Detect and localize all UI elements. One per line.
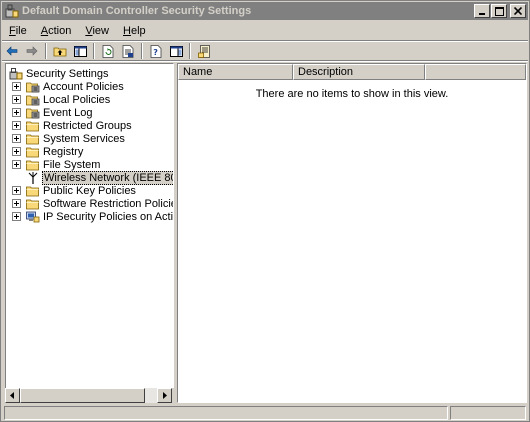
tree-item-system-services[interactable]: System Services	[12, 132, 126, 145]
folder-icon	[25, 132, 40, 145]
tree-item-label: Software Restriction Policies	[43, 197, 174, 210]
expand-toggle[interactable]	[12, 186, 21, 195]
forward-arrow-icon	[26, 46, 38, 56]
back-arrow-icon	[6, 46, 18, 56]
tree-root-security-settings[interactable]: Security Settings	[8, 67, 110, 80]
tree-item-event-log[interactable]: Event Log	[12, 106, 94, 119]
show-hide-tree-icon	[73, 45, 87, 57]
tree-item-label: File System	[43, 158, 101, 171]
tree-item-label: Registry	[43, 145, 84, 158]
window-title: Default Domain Controller Security Setti…	[22, 5, 252, 17]
ip-security-icon	[25, 210, 40, 223]
folder-icon	[25, 158, 40, 171]
tree-item-restricted-groups[interactable]: Restricted Groups	[12, 119, 133, 132]
up-one-level-button[interactable]	[50, 42, 70, 60]
policy-document-button[interactable]	[194, 42, 214, 60]
tree-horizontal-scrollbar[interactable]	[5, 388, 174, 403]
column-header-filler	[425, 64, 526, 80]
tree-item-label: Event Log	[43, 106, 93, 119]
empty-view-message: There are no items to show in this view.	[255, 88, 449, 100]
menu-help[interactable]: Help	[116, 25, 153, 37]
tree-pane[interactable]: Security Settings Account Policies Local…	[5, 63, 174, 403]
tree-item-label: System Services	[43, 132, 125, 145]
triangle-left-icon	[10, 390, 15, 402]
scroll-thumb[interactable]	[20, 388, 145, 403]
menu-bar: File Action View Help	[2, 22, 528, 40]
minimize-button[interactable]	[474, 4, 490, 18]
expand-toggle[interactable]	[12, 82, 21, 91]
export-list-button[interactable]	[118, 42, 138, 60]
tree-item-label: Public Key Policies	[43, 184, 136, 197]
status-bar	[2, 405, 528, 421]
toolbar: ?	[2, 42, 528, 60]
tree-item-label: Security Settings	[26, 67, 109, 80]
folder-icon	[25, 145, 40, 158]
toolbar-separator	[93, 43, 95, 59]
tree-item-registry[interactable]: Registry	[12, 145, 84, 158]
properties-pane-icon	[169, 45, 183, 57]
tree-item-file-system[interactable]: File System	[12, 158, 101, 171]
folder-icon	[25, 184, 40, 197]
status-panel-secondary	[450, 406, 526, 420]
forward-button[interactable]	[22, 42, 42, 60]
expand-toggle[interactable]	[12, 134, 21, 143]
tree-item-label: Account Policies	[43, 80, 124, 93]
tree-item-software-restriction-policies[interactable]: Software Restriction Policies	[12, 197, 174, 210]
tree-item-label: Wireless Network (IEEE 802.11) P	[42, 170, 173, 185]
app-window: Default Domain Controller Security Setti…	[0, 0, 530, 422]
help-button[interactable]: ?	[146, 42, 166, 60]
toolbar-separator	[141, 43, 143, 59]
tree-item-ip-security-policies[interactable]: IP Security Policies on Active Dire	[12, 210, 174, 223]
column-header-name[interactable]: Name	[178, 64, 293, 80]
scroll-right-button[interactable]	[157, 388, 172, 403]
status-panel-main	[4, 406, 448, 420]
expand-toggle[interactable]	[12, 108, 21, 117]
security-settings-icon	[5, 4, 19, 18]
expand-toggle[interactable]	[12, 212, 21, 221]
maximize-button[interactable]	[491, 4, 507, 18]
expand-toggle[interactable]	[12, 95, 21, 104]
triangle-right-icon	[162, 390, 167, 402]
menu-view[interactable]: View	[78, 25, 116, 37]
policy-folder-icon	[25, 80, 40, 93]
security-settings-icon	[8, 67, 23, 80]
expand-toggle[interactable]	[12, 147, 21, 156]
tree-item-wireless-network[interactable]: Wireless Network (IEEE 802.11) P	[25, 170, 173, 185]
expand-toggle[interactable]	[12, 160, 21, 169]
show-hide-tree-button[interactable]	[70, 42, 90, 60]
antenna-icon	[25, 171, 40, 184]
close-button[interactable]	[510, 4, 526, 18]
tree-item-label: Local Policies	[43, 93, 111, 106]
policy-folder-icon	[25, 93, 40, 106]
folder-icon	[25, 197, 40, 210]
help-icon: ?	[150, 44, 163, 58]
toolbar-separator	[45, 43, 47, 59]
menu-action[interactable]: Action	[34, 25, 79, 37]
svg-text:?: ?	[153, 48, 158, 57]
tree-item-label: IP Security Policies on Active Dire	[43, 210, 174, 223]
properties-pane-button[interactable]	[166, 42, 186, 60]
refresh-button[interactable]	[98, 42, 118, 60]
back-button[interactable]	[2, 42, 22, 60]
up-one-level-icon	[53, 45, 67, 57]
policy-document-icon	[197, 44, 211, 58]
tree-item-public-key-policies[interactable]: Public Key Policies	[12, 184, 137, 197]
tree-item-local-policies[interactable]: Local Policies	[12, 93, 111, 106]
expand-toggle[interactable]	[12, 199, 21, 208]
menu-file[interactable]: File	[2, 25, 34, 37]
toolbar-divider	[2, 60, 528, 62]
tree-item-account-policies[interactable]: Account Policies	[12, 80, 125, 93]
folder-icon	[25, 119, 40, 132]
title-bar[interactable]: Default Domain Controller Security Setti…	[2, 2, 528, 20]
tree-item-label: Restricted Groups	[43, 119, 132, 132]
column-header-description[interactable]: Description	[293, 64, 425, 80]
toolbar-separator	[189, 43, 191, 59]
expand-toggle[interactable]	[12, 121, 21, 130]
policy-folder-icon	[25, 106, 40, 119]
scroll-left-button[interactable]	[5, 388, 20, 403]
details-pane[interactable]: Name Description There are no items to s…	[177, 63, 527, 403]
export-list-icon	[122, 44, 134, 58]
refresh-icon	[102, 44, 114, 58]
